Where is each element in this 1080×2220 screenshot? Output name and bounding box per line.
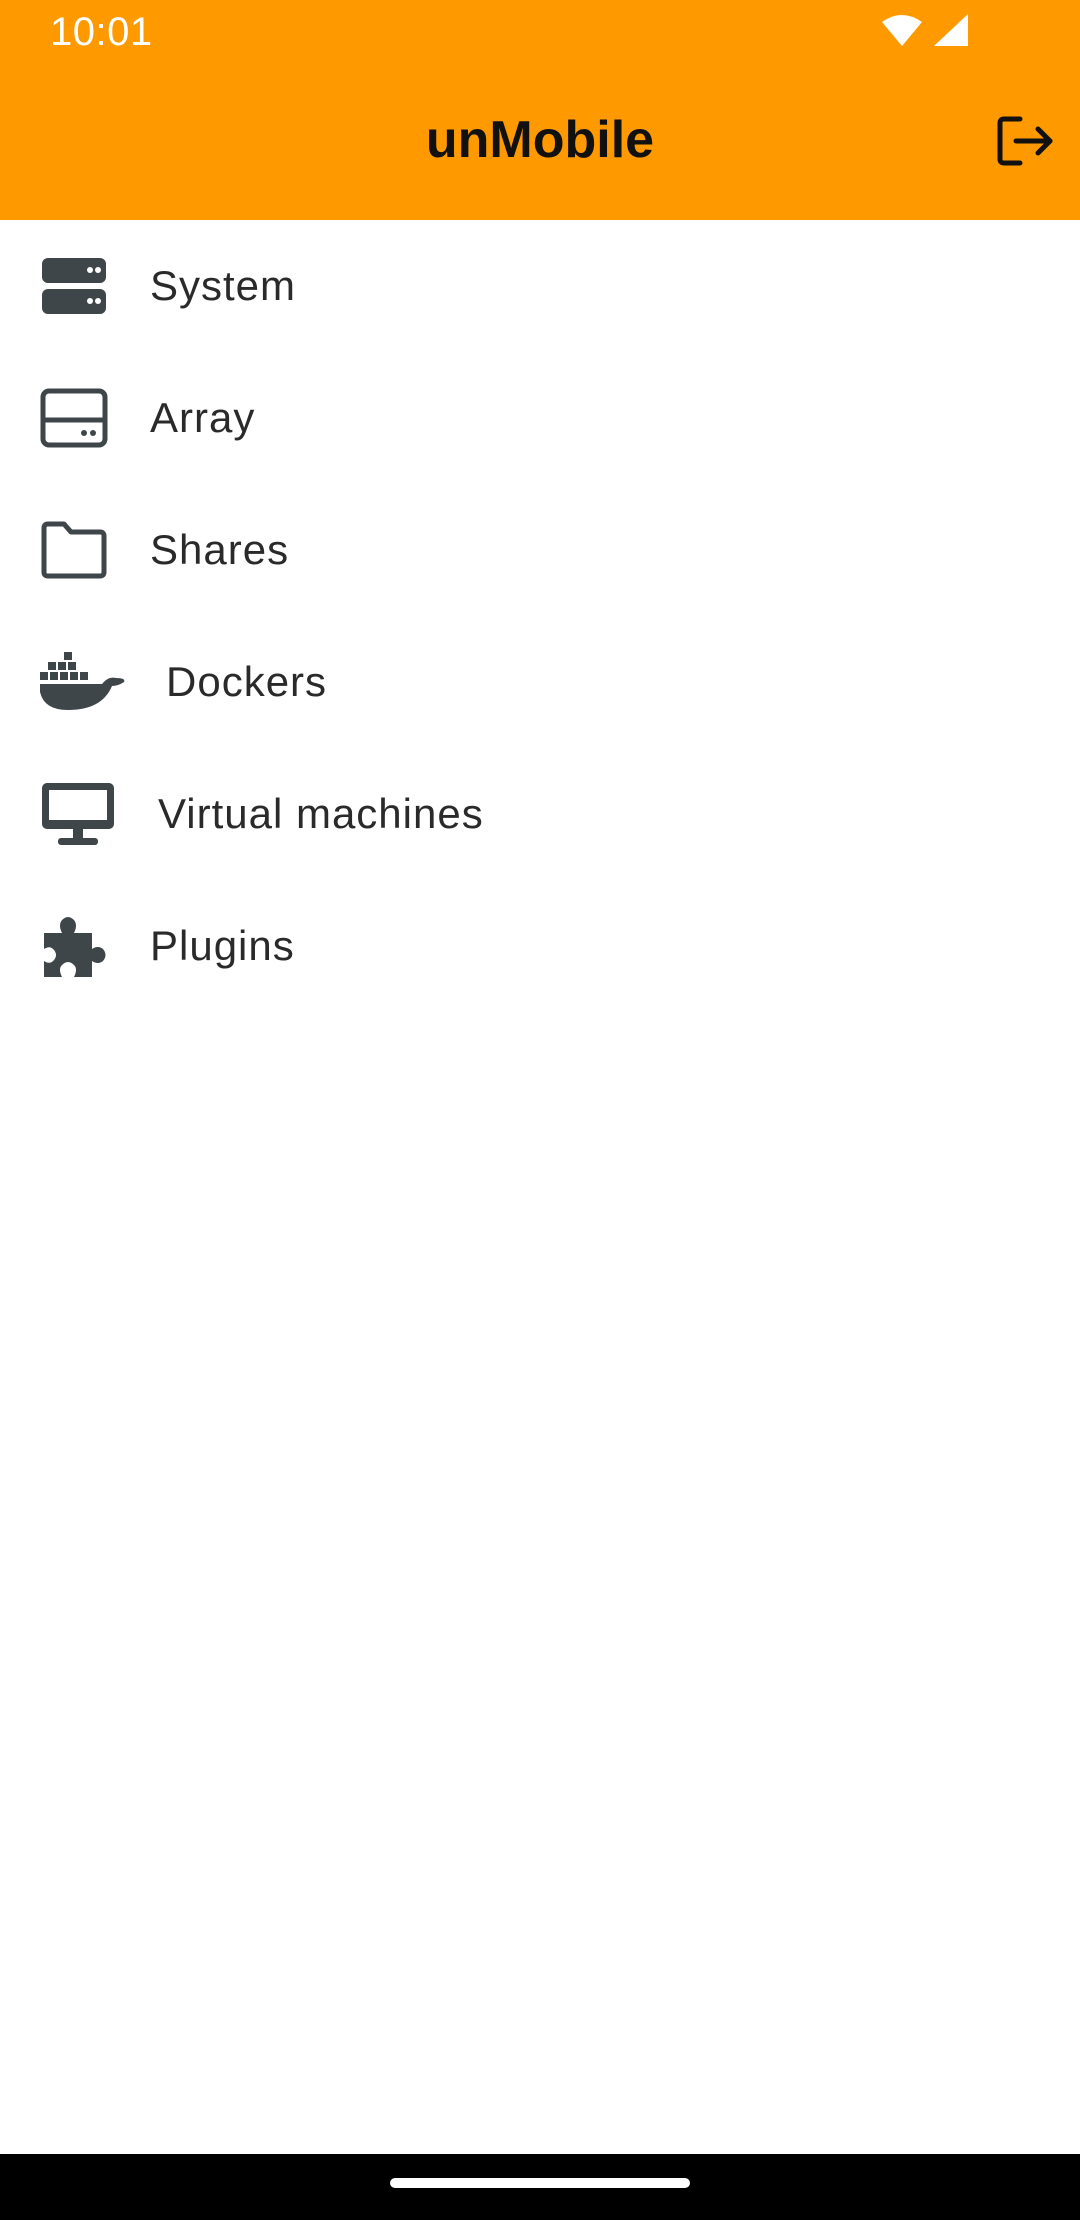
menu-item-label: Shares xyxy=(150,526,290,573)
docker-icon xyxy=(0,642,166,722)
menu-item-system[interactable]: System xyxy=(0,220,1080,352)
menu-item-label: Dockers xyxy=(166,658,328,705)
menu-item-virtual-machines[interactable]: Virtual machines xyxy=(0,748,1080,880)
page-title: unMobile xyxy=(425,111,655,169)
desktop-monitor-icon xyxy=(0,774,158,854)
folder-icon xyxy=(0,510,150,590)
home-gesture-handle[interactable] xyxy=(390,2178,690,2188)
menu-item-dockers[interactable]: Dockers xyxy=(0,616,1080,748)
puzzle-icon xyxy=(0,906,150,986)
menu-item-shares[interactable]: Shares xyxy=(0,484,1080,616)
menu-item-label: System xyxy=(150,262,297,309)
menu-item-label: Plugins xyxy=(150,922,295,969)
logout-icon xyxy=(996,115,1054,172)
app-screen: 10:01 unMobile System Array Shares Docke… xyxy=(0,0,1080,2220)
system-navigation-bar xyxy=(0,2154,1080,2220)
signal-icon xyxy=(934,14,968,48)
wifi-icon xyxy=(880,14,924,48)
menu-item-array[interactable]: Array xyxy=(0,352,1080,484)
status-time: 10:01 xyxy=(50,10,153,54)
server-icon xyxy=(0,246,150,326)
status-icons xyxy=(880,14,968,48)
app-bar: 10:01 unMobile xyxy=(0,0,1080,220)
main-menu: System Array Shares Dockers Virtual mach… xyxy=(0,220,1080,1012)
menu-item-plugins[interactable]: Plugins xyxy=(0,880,1080,1012)
logout-button[interactable] xyxy=(990,108,1060,178)
hard-drive-icon xyxy=(0,378,150,458)
menu-item-label: Virtual machines xyxy=(158,790,484,837)
menu-item-label: Array xyxy=(150,394,256,441)
